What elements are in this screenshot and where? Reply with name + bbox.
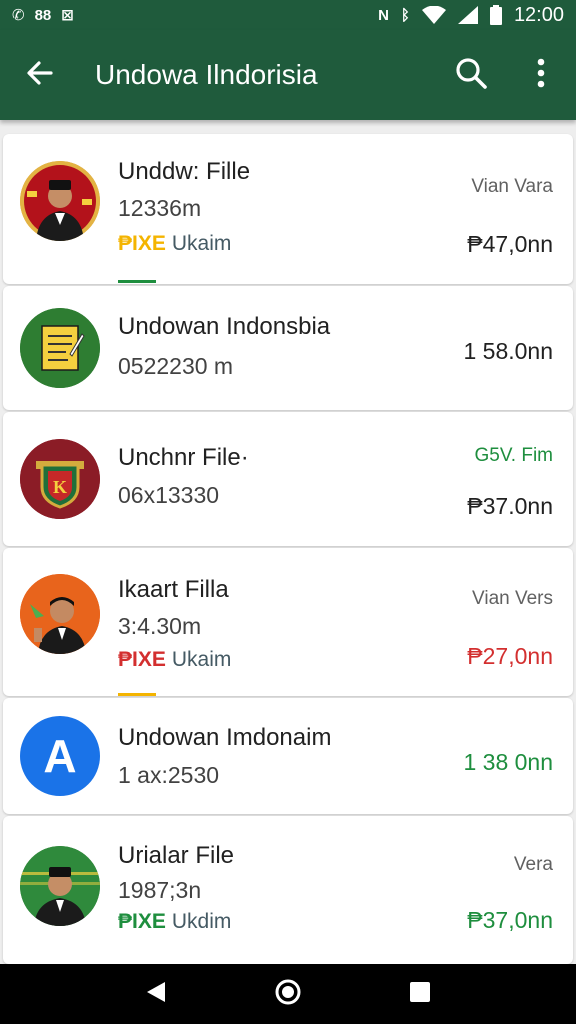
item-size: 1 ax:2530 bbox=[118, 762, 220, 788]
whatsapp-icon: ✆ bbox=[12, 7, 25, 24]
more-options-button[interactable] bbox=[506, 30, 576, 120]
settings-icon: 88 bbox=[34, 6, 52, 24]
official-portrait-icon bbox=[20, 846, 100, 926]
search-button[interactable] bbox=[436, 30, 506, 120]
wifi-icon bbox=[421, 5, 446, 25]
accent-line bbox=[118, 280, 156, 283]
tag-code: ₱IXE bbox=[118, 910, 166, 933]
person-portrait-icon bbox=[20, 574, 100, 654]
battery-icon bbox=[489, 5, 502, 25]
file-list: Unddw: Fille 12336m ₱IXE Ukaim Vian Vara … bbox=[0, 120, 576, 964]
item-title: Urialar File bbox=[118, 842, 235, 869]
item-title: Undowan Indonsbia bbox=[118, 313, 331, 340]
app-icon: ⊠ bbox=[61, 7, 74, 24]
accent-line bbox=[118, 693, 156, 696]
item-title: Ikaart Filla bbox=[118, 576, 229, 603]
list-item[interactable]: Undowan Indonsbia 0522230 m 1 58.0nn bbox=[3, 286, 573, 410]
list-item[interactable]: A Undowan Imdonaim 1 ax:2530 1 38 0nn bbox=[3, 698, 573, 814]
emblem-shield-icon: K bbox=[20, 439, 100, 519]
item-size: 3:4.30m bbox=[118, 613, 202, 639]
nav-home-icon bbox=[274, 978, 302, 1011]
list-item[interactable]: Urialar File 1987;3n ₱IXE Ukdim Vera ₱37,… bbox=[3, 816, 573, 964]
item-amount: ₱47,0nn bbox=[467, 231, 553, 257]
signal-icon bbox=[457, 5, 478, 25]
nav-back-icon bbox=[145, 980, 167, 1009]
tag-label: Ukaim bbox=[171, 648, 232, 671]
status-right: N ᛒ 12:00 bbox=[378, 4, 564, 27]
avatar-letter: A bbox=[43, 730, 77, 782]
tag-label: Ukaim bbox=[171, 232, 232, 255]
status-left: ✆ 88 ⊠ bbox=[12, 5, 74, 25]
item-title: Unddw: Fille bbox=[118, 158, 251, 185]
tag-code: ₱IXE bbox=[118, 648, 166, 671]
item-amount: ₱37,0nn bbox=[467, 907, 553, 933]
list-item[interactable]: K Unchnr File· 06x13330 G5V. Fim ₱37.0nn bbox=[3, 412, 573, 546]
back-button[interactable] bbox=[0, 30, 80, 120]
item-meta: Vian Vara bbox=[471, 176, 553, 197]
list-item[interactable]: Unddw: Fille 12336m ₱IXE Ukaim Vian Vara … bbox=[3, 134, 573, 284]
more-vert-icon bbox=[536, 58, 546, 93]
item-tag: ₱IXE Ukaim bbox=[118, 648, 231, 672]
page-title: Undowa Ilndorisia bbox=[95, 59, 318, 90]
item-size: 12336m bbox=[118, 195, 202, 221]
document-icon bbox=[20, 308, 100, 388]
item-amount: 1 58.0nn bbox=[463, 338, 553, 364]
tag-label: Ukdim bbox=[171, 910, 232, 933]
item-size: 1987;3n bbox=[118, 877, 202, 903]
item-size: 0522230 m bbox=[118, 353, 234, 379]
item-meta: Vian Vers bbox=[472, 588, 553, 609]
nav-recents-icon bbox=[409, 981, 431, 1008]
item-amount: ₱37.0nn bbox=[467, 493, 553, 519]
letter-a-icon: A bbox=[20, 716, 100, 796]
item-title: Undowan Imdonaim bbox=[118, 724, 332, 751]
item-amount: ₱27,0nn bbox=[467, 643, 553, 669]
item-tag: ₱IXE Ukdim bbox=[118, 910, 231, 934]
app-bar: Undowa Ilndorisia bbox=[0, 30, 576, 120]
item-amount: 1 38 0nn bbox=[463, 749, 553, 775]
item-tag: ₱IXE Ukaim bbox=[118, 232, 231, 256]
status-bar: ✆ 88 ⊠ N ᛒ 12:00 bbox=[0, 0, 576, 30]
bluetooth-icon: ᛒ bbox=[400, 6, 410, 24]
status-time: 12:00 bbox=[513, 3, 564, 26]
official-portrait-icon bbox=[20, 161, 100, 241]
item-size: 06x13330 bbox=[118, 482, 220, 508]
nfc-icon: N bbox=[378, 6, 389, 24]
nav-home-button[interactable] bbox=[258, 964, 318, 1024]
item-title: Unchnr File· bbox=[118, 444, 249, 471]
nav-back-button[interactable] bbox=[126, 964, 186, 1024]
arrow-back-icon bbox=[25, 58, 55, 93]
item-meta: Vera bbox=[513, 854, 553, 875]
search-icon bbox=[454, 56, 488, 95]
list-item[interactable]: Ikaart Filla 3:4.30m ₱IXE Ukaim Vian Vers… bbox=[3, 548, 573, 696]
item-meta: G5V. Fim bbox=[474, 445, 554, 466]
navigation-bar bbox=[0, 964, 576, 1024]
tag-code: ₱IXE bbox=[118, 232, 166, 255]
nav-recents-button[interactable] bbox=[390, 964, 450, 1024]
svg-text:K: K bbox=[53, 477, 67, 497]
